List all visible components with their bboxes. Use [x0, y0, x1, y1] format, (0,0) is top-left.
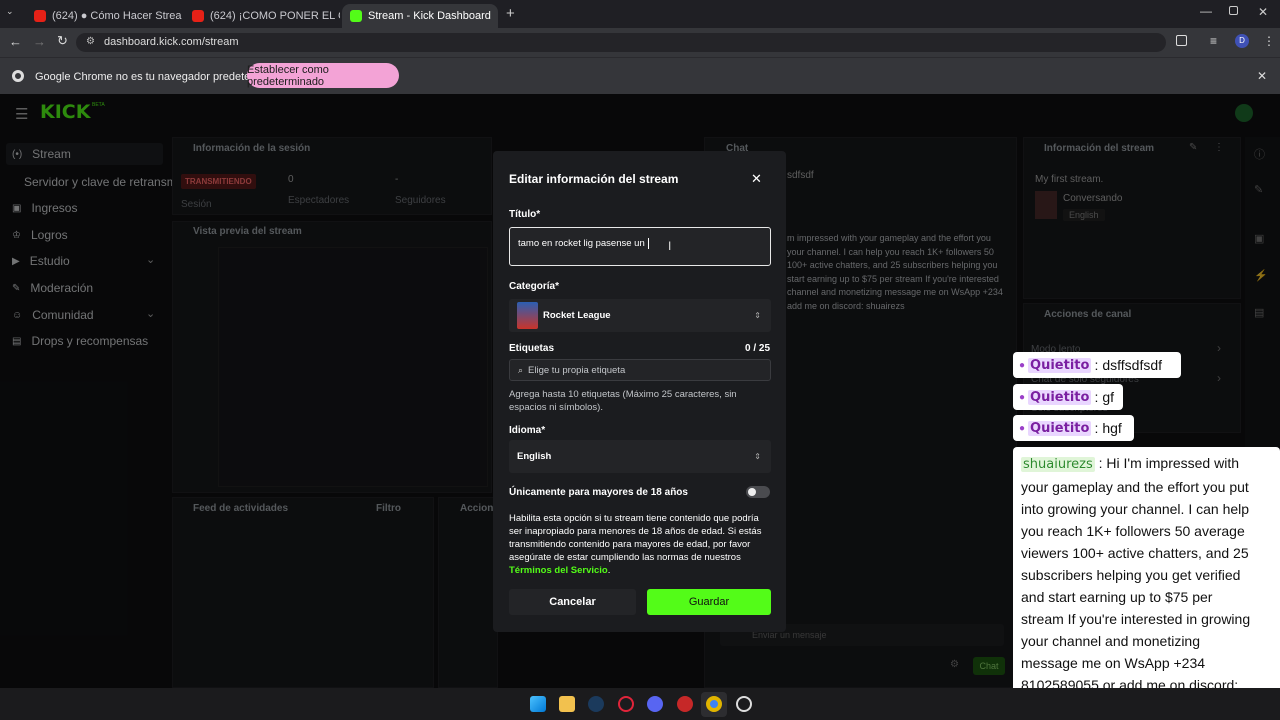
- overlay-separator: :: [1094, 357, 1099, 373]
- minimize-button[interactable]: —: [1200, 4, 1212, 18]
- close-tab-icon[interactable]: ✕: [497, 10, 498, 23]
- mic-icon: ●: [1019, 359, 1026, 371]
- terms-period: .: [607, 565, 611, 576]
- overlay-message: dsffsdfsdf: [1102, 357, 1163, 373]
- title-input-value: tamo en rocket lig pasense un: [518, 238, 645, 249]
- discord-icon[interactable]: [647, 696, 663, 712]
- mic-icon: ●: [1019, 391, 1026, 403]
- youtube-icon: [192, 10, 204, 22]
- adult-help-text: Habilita esta opción si tu stream tiene …: [509, 512, 773, 577]
- overlay-line: and start earning up to $75 per: [1021, 589, 1213, 605]
- app-icon[interactable]: [677, 696, 693, 712]
- category-value: Rocket League: [543, 310, 611, 321]
- extensions-icon[interactable]: [1176, 35, 1187, 46]
- youtube-icon: [34, 10, 46, 22]
- tab-title: (624) ● Cómo Hacer Streams -: [52, 10, 182, 22]
- overlay-message: gf: [1102, 389, 1115, 405]
- back-icon[interactable]: ←: [9, 34, 22, 49]
- forward-icon[interactable]: →: [33, 34, 46, 49]
- opera-icon[interactable]: [618, 696, 634, 712]
- search-icon: ⌕: [518, 364, 524, 375]
- profile-avatar[interactable]: D: [1235, 34, 1249, 48]
- language-value: English: [517, 451, 552, 462]
- title-label: Título*: [509, 209, 541, 220]
- category-label: Categoría*: [509, 281, 560, 292]
- windows-taskbar: [0, 688, 1280, 720]
- obs-icon[interactable]: [736, 696, 752, 712]
- kick-icon: [350, 10, 362, 22]
- tags-help-text: Agrega hasta 10 etiquetas (Máximo 25 car…: [509, 389, 737, 413]
- maximize-button[interactable]: [1229, 6, 1238, 15]
- browser-menu-icon[interactable]: ⋮: [1263, 34, 1275, 48]
- overlay-message: hgf: [1102, 420, 1122, 436]
- site-info-icon[interactable]: ⚙: [86, 36, 95, 47]
- overlay-line: message me on WsApp +234: [1021, 655, 1206, 671]
- overlay-username: Quietito: [1028, 389, 1092, 405]
- chrome-taskbar-icon[interactable]: [706, 696, 722, 712]
- file-explorer-icon[interactable]: [559, 696, 575, 712]
- tab-title: Stream - Kick Dashboard: [368, 10, 491, 22]
- adult-help-body: Habilita esta opción si tu stream tiene …: [509, 513, 762, 563]
- language-select[interactable]: English ⇕: [509, 440, 771, 473]
- toggle-knob: [748, 488, 756, 496]
- text-cursor: [647, 238, 649, 249]
- category-select[interactable]: Rocket League ⇕: [509, 299, 771, 332]
- media-controls-icon[interactable]: ≡: [1210, 34, 1217, 48]
- tags-input[interactable]: ⌕ Elige tu propia etiqueta: [509, 359, 771, 381]
- overlay-line: stream If you're interested in growing: [1021, 611, 1251, 627]
- set-default-button[interactable]: Establecer como predeterminado: [247, 63, 399, 88]
- tags-label: Etiquetas: [509, 343, 555, 354]
- overlay-separator: :: [1094, 420, 1099, 436]
- overlay-line: your channel and monetizing: [1021, 633, 1201, 649]
- modal-title: Editar información del stream: [509, 172, 679, 186]
- overlay-long-message: shuaiurezs : Hi I'm impressed with your …: [1013, 447, 1280, 716]
- close-icon[interactable]: ✕: [751, 171, 762, 187]
- browser-tab-3[interactable]: Stream - Kick Dashboard ✕: [342, 4, 498, 28]
- select-arrows-icon: ⇕: [754, 311, 761, 320]
- title-input[interactable]: tamo en rocket lig pasense un: [509, 227, 771, 266]
- tab-search-button[interactable]: ⌄: [6, 6, 20, 20]
- cancel-button[interactable]: Cancelar: [509, 589, 636, 615]
- rocket-league-icon: [517, 302, 538, 329]
- windows-start-icon[interactable]: [530, 696, 546, 712]
- reload-icon[interactable]: ↻: [57, 33, 68, 49]
- tab-title: (624) ¡COMO PONER EL CHAT E: [210, 10, 340, 22]
- overlay-chat-message: ● Quietito : dsffsdfsdf: [1013, 352, 1181, 378]
- overlay-chat-message: ● Quietito : gf: [1013, 384, 1123, 410]
- tags-placeholder: Elige tu propia etiqueta: [528, 364, 626, 376]
- new-tab-button[interactable]: +: [506, 5, 515, 22]
- terms-link[interactable]: Términos del Servicio: [509, 565, 608, 576]
- overlay-separator: :: [1094, 389, 1099, 405]
- chrome-icon: [12, 70, 24, 82]
- mic-icon: ●: [1019, 422, 1026, 434]
- adult-content-toggle[interactable]: [746, 486, 770, 498]
- save-button[interactable]: Guardar: [647, 589, 771, 615]
- overlay-chat-message: ● Quietito : hgf: [1013, 415, 1134, 441]
- overlay-username: Quietito: [1028, 357, 1092, 373]
- overlay-text: : Hi I'm impressed with: [1098, 455, 1239, 471]
- browser-tab-strip: ⌄ (624) ● Cómo Hacer Streams - ✕ (624) ¡…: [0, 0, 1280, 28]
- adult-content-label: Únicamente para mayores de 18 años: [509, 487, 688, 498]
- overlay-line: viewers 100+ active chatters, and 25: [1021, 545, 1249, 561]
- overlay-line: your gameplay and the effort you put: [1021, 479, 1249, 495]
- default-browser-infobar: Google Chrome no es tu navegador predete…: [0, 57, 1280, 94]
- browser-tab-1[interactable]: (624) ● Cómo Hacer Streams - ✕: [26, 4, 182, 28]
- url-text: dashboard.kick.com/stream: [104, 36, 239, 48]
- overlay-line: into growing your channel. I can help: [1021, 501, 1250, 517]
- overlay-line: subscribers helping you get verified: [1021, 567, 1241, 583]
- i-beam-cursor-icon: I: [668, 239, 672, 253]
- browser-tab-2[interactable]: (624) ¡COMO PONER EL CHAT E ✕: [184, 4, 340, 28]
- overlay-username: Quietito: [1028, 420, 1092, 436]
- close-window-button[interactable]: ✕: [1258, 5, 1268, 19]
- address-bar[interactable]: ⚙ dashboard.kick.com/stream: [76, 33, 1166, 52]
- infobar-close-icon[interactable]: ✕: [1257, 69, 1267, 83]
- overlay-line: you reach 1K+ followers 50 average: [1021, 523, 1245, 539]
- language-label: Idioma*: [509, 425, 546, 436]
- overlay-line: shuaiurezs : Hi I'm impressed with: [1021, 452, 1280, 476]
- tags-counter: 0 / 25: [745, 343, 771, 354]
- overlay-username: shuaiurezs: [1021, 457, 1095, 472]
- select-arrows-icon: ⇕: [754, 452, 761, 461]
- steam-icon[interactable]: [588, 696, 604, 712]
